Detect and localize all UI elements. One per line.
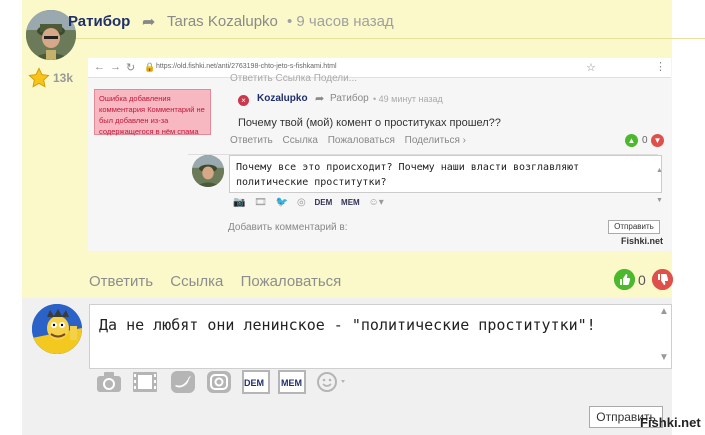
back-icon: ← (94, 61, 105, 73)
bookmark-star-icon: ☆ (586, 62, 596, 74)
reply-link[interactable]: Ответить (89, 273, 153, 290)
dem-tool[interactable]: DEM (242, 370, 270, 396)
mem-tool[interactable]: МЕМ (278, 370, 306, 396)
ss-add-comment-label: Добавить комментарий в: (228, 222, 348, 233)
thumb-up-icon[interactable] (614, 269, 635, 290)
ss-watermark: Fishki.net (621, 236, 664, 246)
ss-comment-author: Kozalupko (257, 93, 308, 104)
ss-instagram-icon: ◎ (296, 197, 306, 208)
cartoon-avatar-icon (32, 304, 82, 354)
ss-error-popup: Ошибка добавления комментария Комментари… (94, 89, 211, 136)
browser-menu-icon: ⋮ (655, 61, 666, 73)
user-rating: 13k (53, 71, 74, 85)
ss-camera-icon: 📷 (233, 197, 246, 208)
ss-action-report: Пожаловаться (327, 135, 395, 146)
emoji-icon[interactable] (316, 370, 352, 396)
ss-reply-arrow-icon: ➦ (315, 93, 325, 105)
ss-video-icon: 🎞 (254, 197, 267, 208)
ss-emoji-icon: ☺▾ (368, 197, 384, 208)
ss-editor-toolbar: 📷 🎞 🐦 ◎ DEM МЕМ ☺▾ (233, 197, 390, 208)
comment-header-divider (67, 38, 705, 39)
error-close-icon: × (238, 95, 249, 106)
ss-action-link: Ссылка (282, 135, 318, 146)
ss-reply-to: Ратибор (330, 93, 369, 104)
camera-icon[interactable] (96, 370, 122, 396)
reply-arrow-icon: ➦ (142, 14, 156, 31)
embedded-screenshot: ← → ↻ 🔒 https://old.fishki.net/anti/2763… (88, 58, 671, 251)
site-watermark: Fishki.net (640, 415, 701, 430)
ss-send-button: Отправить (608, 220, 660, 234)
ghost-action-row: Ответить Ссылка Подели... (230, 73, 358, 84)
ss-avatar (192, 155, 224, 187)
scroll-up-icon[interactable]: ▲ (659, 306, 669, 317)
ss-mem-tool: МЕМ (341, 198, 360, 207)
current-user-avatar (32, 304, 82, 354)
ss-twitter-icon: 🐦 (275, 197, 289, 208)
browser-toolbar: ← → ↻ 🔒 https://old.fishki.net/anti/2763… (88, 58, 671, 78)
ss-reply-textarea: Почему все это происходит? Почему наши в… (229, 155, 662, 193)
ss-general-portrait-icon (192, 155, 224, 187)
lock-icon: 🔒 (144, 62, 156, 72)
dem-label: DEM (244, 378, 264, 388)
report-link[interactable]: Пожаловаться (241, 273, 342, 290)
comment-textarea[interactable]: Да не любят они ленинское - "политически… (89, 304, 672, 369)
ss-thumb-up-icon: ▲ (625, 134, 638, 147)
thumb-down-icon[interactable] (652, 269, 673, 290)
ss-action-reply: Ответить (230, 135, 273, 146)
ss-action-share: Поделиться › (404, 135, 466, 146)
ss-thumb-down-icon: ▼ (651, 134, 664, 147)
comment-time[interactable]: • 9 часов назад (287, 13, 394, 30)
permalink-link[interactable]: Ссылка (170, 273, 223, 290)
ss-error-text: Ошибка добавления комментария Комментари… (99, 94, 205, 136)
reply-to-user[interactable]: Taras Kozalupko (167, 13, 278, 30)
comment-actions: Ответить Ссылка Пожаловаться (89, 273, 354, 290)
reload-icon: ↻ (126, 62, 136, 74)
video-icon[interactable] (132, 370, 158, 396)
comment-author[interactable]: Ратибор (68, 13, 130, 30)
forward-icon: → (110, 61, 121, 73)
instagram-icon[interactable] (206, 370, 232, 396)
vote-count: 0 (638, 272, 646, 288)
ss-comment-time: • 49 минут назад (373, 94, 443, 104)
browser-url: https://old.fishki.net/anti/2763198-chto… (156, 63, 337, 70)
ss-comment-text: Почему твой (мой) комент о проституках п… (238, 117, 501, 129)
twitter-icon[interactable] (170, 370, 196, 396)
mem-label: МЕМ (281, 378, 302, 388)
ss-comment-actions: Ответить Ссылка Пожаловаться Поделиться … (230, 135, 473, 146)
ss-scrollbar-icon: ▲ ▼ (656, 167, 663, 204)
scroll-down-icon[interactable]: ▼ (659, 352, 669, 363)
ss-vote-count: 0 (642, 135, 648, 146)
star-rating-icon (28, 67, 50, 94)
ss-dem-tool: DEM (314, 198, 333, 207)
